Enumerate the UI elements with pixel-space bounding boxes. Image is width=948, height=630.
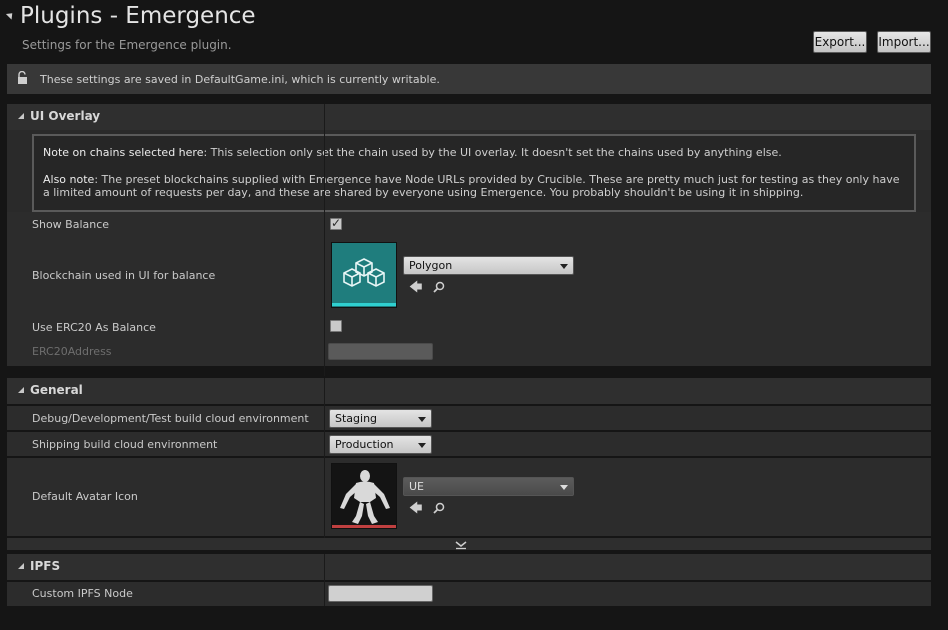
erc20-address-field[interactable] (328, 343, 433, 360)
blockchain-asset-picker[interactable]: Polygon (403, 256, 574, 275)
browse-search-icon[interactable] (433, 502, 445, 517)
avatar-row (7, 458, 931, 536)
use-selected-arrow-icon[interactable]: 🡄 (409, 278, 422, 300)
blocks-icon (343, 258, 385, 287)
avatar-asset-picker[interactable]: UE (403, 477, 574, 496)
page-title: Plugins - Emergence (20, 3, 256, 29)
erc20-address-row (7, 340, 931, 366)
note-line-2-rest: : The preset blockchains supplied with E… (43, 173, 900, 199)
note-line-2: Also note: The preset blockchains suppli… (43, 173, 909, 199)
category-label-ipfs: IPFS (30, 559, 61, 573)
export-button[interactable]: Export... (813, 31, 867, 53)
category-label-general: General (30, 383, 83, 397)
unlocked-icon (17, 70, 29, 85)
shipping-env-label: Shipping build cloud environment (32, 438, 218, 451)
avatar-value: UE (409, 480, 425, 493)
erc20-address-label: ERC20Address (32, 345, 112, 358)
use-selected-arrow-icon[interactable]: 🡄 (409, 499, 422, 521)
show-balance-label: Show Balance (32, 218, 110, 231)
column-splitter[interactable] (324, 104, 325, 376)
blockchain-value: Polygon (409, 259, 453, 272)
blockchain-asset-color-bar (332, 303, 396, 306)
note-line-1-rest: : This selection only set the chain used… (203, 146, 782, 159)
avatar-label: Default Avatar Icon (32, 490, 138, 503)
custom-ipfs-node-field[interactable] (328, 585, 433, 602)
chevron-down-icon (560, 485, 568, 490)
debug-env-value: Staging (335, 412, 378, 425)
writable-notice-text: These settings are saved in DefaultGame.… (40, 73, 440, 86)
import-button[interactable]: Import... (877, 31, 931, 53)
browse-search-icon[interactable] (433, 281, 445, 296)
chevron-down-icon (560, 264, 568, 269)
debug-env-dropdown[interactable]: Staging (329, 409, 432, 428)
category-label-ui-overlay: UI Overlay (30, 109, 101, 123)
column-splitter[interactable] (324, 554, 325, 606)
shipping-env-dropdown[interactable]: Production (329, 435, 432, 454)
note-line-1-bold: Note on chains selected here (43, 146, 204, 159)
page-subtitle: Settings for the Emergence plugin. (22, 38, 232, 52)
show-balance-checkbox[interactable] (330, 216, 342, 230)
blockchain-label: Blockchain used in UI for balance (32, 269, 216, 282)
note-line-1: Note on chains selected here: This selec… (43, 146, 903, 159)
debug-env-label: Debug/Development/Test build cloud envir… (32, 412, 309, 425)
show-balance-row (7, 212, 931, 236)
chevron-down-icon (418, 417, 426, 422)
column-splitter[interactable] (324, 378, 325, 538)
expanded-triangle-icon (18, 387, 24, 393)
expanded-triangle-icon (18, 113, 24, 119)
shipping-env-value: Production (335, 438, 394, 451)
custom-ipfs-row (7, 582, 931, 606)
use-erc20-label: Use ERC20 As Balance (32, 321, 156, 334)
expanded-triangle-icon (18, 563, 24, 569)
mannequin-icon (340, 470, 390, 524)
avatar-asset-color-bar (332, 525, 396, 528)
show-advanced-bar[interactable] (7, 538, 931, 550)
category-header-ipfs[interactable] (7, 554, 931, 580)
use-erc20-checkbox[interactable] (330, 320, 342, 332)
custom-ipfs-label: Custom IPFS Node (32, 587, 133, 600)
expand-advanced-icon[interactable] (455, 540, 467, 553)
note-line-2-bold: Also note (43, 173, 95, 186)
category-header-ui-overlay[interactable] (7, 104, 931, 130)
blockchain-asset-thumbnail[interactable] (331, 242, 397, 308)
avatar-asset-thumbnail[interactable] (331, 463, 397, 529)
category-header-general[interactable] (7, 378, 931, 404)
chevron-down-icon (418, 443, 426, 448)
